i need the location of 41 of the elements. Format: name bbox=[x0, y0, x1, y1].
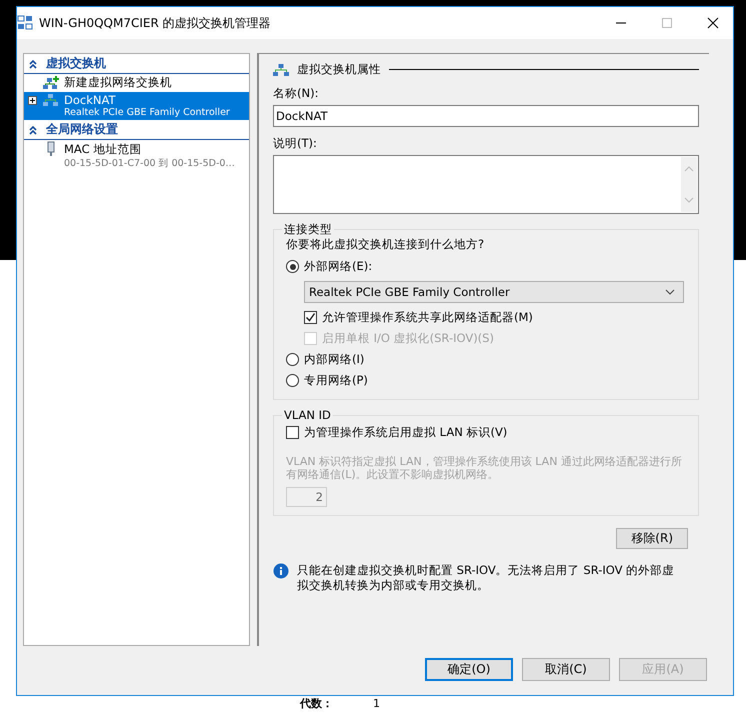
checkbox[interactable] bbox=[304, 311, 317, 324]
close-icon[interactable] bbox=[707, 17, 719, 29]
vlan-id-field[interactable]: 2 bbox=[286, 487, 327, 507]
description-field[interactable] bbox=[273, 155, 699, 214]
radio-option[interactable]: 专用网络(P) bbox=[286, 370, 692, 391]
section-title: 虚拟交换机属性 bbox=[297, 62, 381, 77]
field-label: 代数： bbox=[300, 697, 333, 711]
field-label: 说明(T): bbox=[273, 136, 318, 151]
vlan-description: VLAN 标识符指定虚拟 LAN，管理操作系统使用该 LAN 通过此网络适配器进行所有网络通信(L)。此设置不影响虚拟机网络。 bbox=[286, 455, 683, 481]
radio-button[interactable] bbox=[286, 260, 299, 273]
network-icon bbox=[42, 93, 60, 107]
field-label: 名称(N): bbox=[273, 86, 320, 101]
radio-option[interactable]: 外部网络(E): bbox=[286, 256, 692, 277]
checkbox[interactable] bbox=[286, 426, 299, 439]
remove-button[interactable]: 移除(R) bbox=[616, 528, 688, 549]
adapter-dropdown[interactable]: Realtek PCIe GBE Family Controller bbox=[304, 281, 684, 303]
radio-button[interactable] bbox=[286, 374, 299, 387]
group-title: VLAN ID bbox=[283, 408, 332, 422]
field-value: 1 bbox=[373, 697, 380, 711]
checkbox-option[interactable]: 为管理操作系统启用虚拟 LAN 标识(V) bbox=[286, 422, 692, 443]
dialog-button[interactable]: 取消(C) bbox=[522, 658, 610, 681]
window-title: WIN-GH0QQM7CIER 的虚拟交换机管理器 bbox=[39, 14, 272, 32]
sidebar-item[interactable]: MAC 地址范围 00-15-5D-01-C7-00 到 00-15-5D-0… bbox=[24, 140, 249, 172]
section-header[interactable]: 全局网络设置 bbox=[24, 120, 249, 140]
switch-manager-icon bbox=[17, 15, 33, 31]
network-icon bbox=[273, 64, 289, 76]
section-header[interactable]: 虚拟交换机 bbox=[24, 54, 249, 74]
expand-icon[interactable] bbox=[28, 96, 37, 104]
group-title: 连接类型 bbox=[283, 222, 333, 237]
dialog-button[interactable]: 确定(O) bbox=[425, 658, 513, 681]
radio-button[interactable] bbox=[286, 353, 299, 366]
info-text: 只能在创建虚拟交换机时配置 SR-IOV。无法将启用了 SR-IOV 的外部虚拟交换机转换为内部或专用交换机。 bbox=[297, 563, 676, 593]
radio-option[interactable]: 内部网络(I) bbox=[286, 349, 692, 370]
checkbox-option[interactable]: 允许管理操作系统共享此网络适配器(M) bbox=[304, 307, 692, 328]
question-text: 你要将此虚拟交换机连接到什么地方? bbox=[286, 237, 486, 252]
name-field[interactable]: DockNAT bbox=[273, 105, 699, 127]
info-icon bbox=[273, 563, 289, 579]
add-network-icon bbox=[42, 76, 60, 90]
sidebar-item[interactable]: DockNAT Realtek PCIe GBE Family Controller bbox=[24, 92, 249, 120]
maximize-icon bbox=[661, 17, 673, 29]
sidebar-item[interactable]: 新建虚拟网络交换机 bbox=[24, 74, 249, 92]
